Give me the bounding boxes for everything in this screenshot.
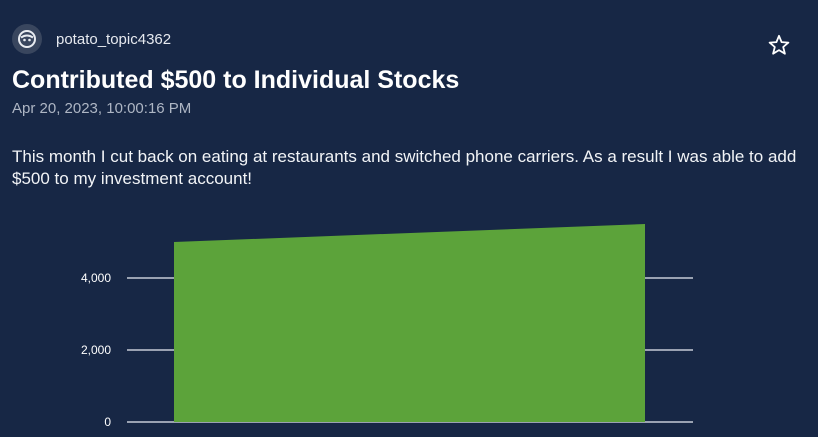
avatar[interactable] (12, 24, 42, 54)
username[interactable]: potato_topic4362 (56, 31, 171, 49)
post-page: potato_topic4362 Contributed $500 to Ind… (0, 0, 818, 437)
y-tick-label: 0 (104, 415, 111, 429)
star-outline-icon (768, 34, 790, 55)
post-body: This month I cut back on eating at resta… (12, 147, 797, 188)
favorite-button[interactable] (767, 33, 791, 57)
y-tick-label: 4,000 (81, 271, 111, 285)
post-timestamp: Apr 20, 2023, 10:00:16 PM (12, 100, 192, 117)
avatar-face-icon (18, 30, 36, 48)
y-tick-label: 2,000 (81, 343, 111, 357)
post-title: Contributed $500 to Individual Stocks (12, 66, 460, 94)
area-series (174, 224, 645, 422)
